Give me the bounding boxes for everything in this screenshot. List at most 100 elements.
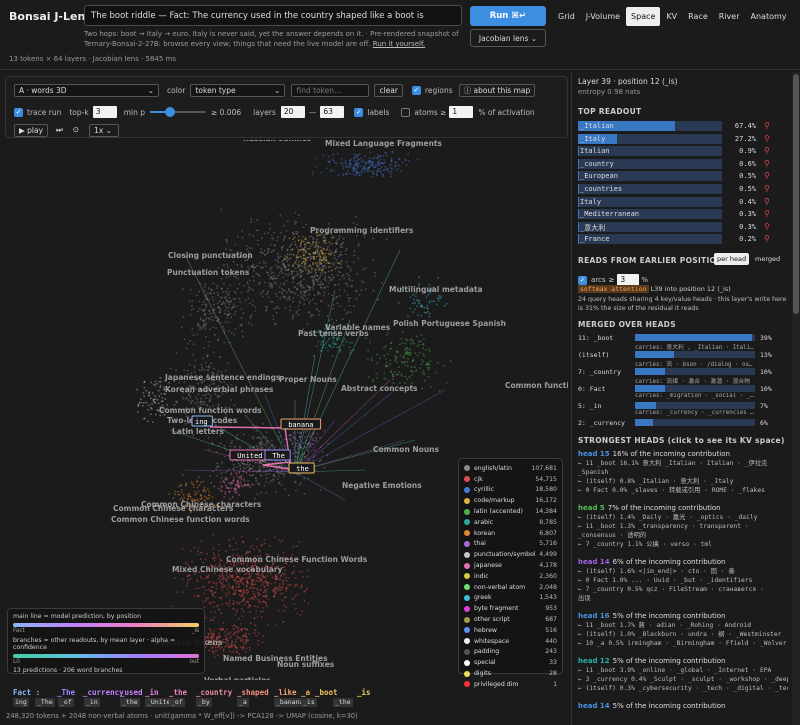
legend-item[interactable]: hebrew 516: [464, 625, 557, 636]
prompt-token[interactable]: Fact :: [13, 688, 40, 697]
readout-row[interactable]: _Italian 67.4% ⚲: [578, 121, 774, 131]
tab-race[interactable]: Race: [683, 7, 713, 26]
topk-input[interactable]: 3: [92, 106, 117, 118]
prediction-token[interactable]: _the: [333, 698, 353, 707]
readout-row[interactable]: _France 0.2% ⚲: [578, 234, 774, 245]
tab-anatomy[interactable]: Anatomy: [746, 7, 792, 26]
trace-token-3[interactable]: _The: [264, 449, 291, 461]
prediction-token[interactable]: _a: [237, 698, 249, 707]
legend-item[interactable]: english/latin 107,681: [464, 463, 557, 474]
merged-head-row[interactable]: 7: _country 10% carries: 流媒 · 激合 · 激潜 · 混合…: [578, 368, 788, 386]
merged-head-row[interactable]: 11: _boot 39% carries: 意大利 , _Italian · It…: [578, 334, 788, 352]
reset-icon[interactable]: ⊙: [69, 124, 83, 137]
trace-token-4[interactable]: _the: [288, 462, 315, 474]
prompt-input[interactable]: The boot riddle — Fact: The currency use…: [84, 5, 462, 26]
prompt-token[interactable]: _a: [301, 688, 310, 697]
trace-run-checkbox[interactable]: ✓: [14, 107, 23, 117]
strongest-head[interactable]: head 14 5% of the incoming contribution: [578, 702, 788, 711]
color-select[interactable]: token type ⌄: [190, 83, 286, 97]
prompt-token[interactable]: _The: [57, 688, 75, 697]
strongest-head[interactable]: head 14 6% of the incoming contribution ← …: [578, 558, 788, 603]
prompt-token[interactable]: _is: [357, 688, 371, 697]
legend-item[interactable]: digits 28: [464, 668, 557, 679]
merged-head-row[interactable]: 5: _in 7% carries: _currency · _currencies…: [578, 402, 788, 420]
pin-icon[interactable]: ⚲: [764, 121, 770, 130]
pin-icon[interactable]: ⚲: [764, 171, 770, 180]
prediction-token[interactable]: _the: [120, 698, 140, 707]
prompt-token[interactable]: _country: [196, 688, 232, 697]
readout-row[interactable]: Italian 0.9% ⚲: [578, 146, 774, 157]
trace-token-2[interactable]: _United: [229, 449, 271, 461]
prompt-token[interactable]: _like: [274, 688, 297, 697]
readout-row[interactable]: _Italy 27.2% ⚲: [578, 133, 774, 144]
find-token-input[interactable]: find token...: [291, 83, 370, 97]
prompt-token[interactable]: _shaped: [237, 688, 269, 697]
trace-token-0[interactable]: ing: [191, 415, 213, 427]
legend-item[interactable]: non-verbal atom 2,048: [464, 582, 557, 593]
pin-icon[interactable]: ⚲: [764, 197, 770, 206]
prediction-token[interactable]: _is: [301, 698, 317, 707]
minp-slider[interactable]: [149, 107, 206, 117]
legend-item[interactable]: other script 687: [464, 614, 557, 625]
readout-row[interactable]: _country 0.6% ⚲: [578, 158, 774, 169]
pin-icon[interactable]: ⚲: [764, 146, 770, 155]
pin-icon[interactable]: ⚲: [764, 159, 770, 168]
strongest-head[interactable]: head 16 5% of the incoming contribution ← …: [578, 612, 788, 648]
prompt-token[interactable]: _used: [120, 688, 143, 697]
prediction-token[interactable]: ing: [13, 698, 29, 707]
sidebar-scroll-thumb[interactable]: [793, 74, 799, 314]
merged-toggle[interactable]: merged: [752, 253, 783, 265]
regions-checkbox[interactable]: ✓: [411, 85, 421, 95]
pin-icon[interactable]: ⚲: [764, 184, 770, 193]
pin-icon[interactable]: ⚲: [764, 134, 770, 143]
step-forward-icon[interactable]: ⏭: [52, 124, 67, 137]
per-head-toggle[interactable]: per head: [714, 253, 750, 265]
legend-item[interactable]: indic 2,360: [464, 571, 557, 582]
pin-icon[interactable]: ⚲: [764, 209, 770, 218]
legend-item[interactable]: cyrillic 18,580: [464, 485, 557, 496]
legend-item[interactable]: punctuation/symbol 4,499: [464, 549, 557, 560]
prediction-token[interactable]: _The: [35, 698, 55, 707]
prediction-token[interactable]: _by: [196, 698, 212, 707]
strongest-head[interactable]: head 5 7% of the incoming contribution ← (…: [578, 504, 788, 549]
prompt-token[interactable]: _currency: [83, 688, 124, 697]
atoms-input[interactable]: 1: [449, 106, 474, 118]
merged-head-row[interactable]: 0: Fact 10% carries: _migration · _social …: [578, 385, 788, 403]
legend-item[interactable]: japanese 4,178: [464, 560, 557, 571]
prediction-token[interactable]: _in: [84, 698, 100, 707]
pin-icon[interactable]: ⚲: [764, 222, 770, 231]
legend-item[interactable]: arabic 8,785: [464, 517, 557, 528]
minp-slider-handle[interactable]: [164, 107, 175, 117]
legend-item[interactable]: padding 243: [464, 647, 557, 658]
tab-river[interactable]: River: [714, 7, 745, 26]
about-map-button[interactable]: ⓘ about this map: [458, 83, 536, 97]
arcs-checkbox[interactable]: ✓: [578, 275, 587, 285]
prompt-token[interactable]: _the: [169, 688, 187, 697]
legend-item[interactable]: whitespace 440: [464, 636, 557, 647]
legend-item[interactable]: thai 5,716: [464, 539, 557, 550]
strongest-head[interactable]: head 15 16% of the incoming contribution ←…: [578, 450, 788, 495]
readout-row[interactable]: Italy 0.4% ⚲: [578, 196, 774, 207]
legend-item[interactable]: special 33: [464, 657, 557, 668]
legend-item[interactable]: byte fragment 953: [464, 603, 557, 614]
legend-item[interactable]: code/markup 16,172: [464, 495, 557, 506]
play-button[interactable]: ▶ play: [14, 123, 49, 137]
prompt-token[interactable]: _boot: [315, 688, 338, 697]
atoms-checkbox[interactable]: [401, 107, 411, 117]
speed-select[interactable]: 1x ⌄: [89, 123, 120, 137]
run-button[interactable]: Run ⌘↵: [470, 6, 546, 26]
legend-item[interactable]: latin (accented) 14,384: [464, 506, 557, 517]
tab-kv[interactable]: KV: [661, 7, 682, 26]
legend-item[interactable]: korean 6,807: [464, 528, 557, 539]
readout-row[interactable]: _countries 0.5% ⚲: [578, 184, 774, 194]
layer-to-input[interactable]: 63: [320, 106, 345, 118]
tab-space[interactable]: Space: [626, 7, 661, 26]
tab-j-volume[interactable]: J-Volume: [581, 7, 625, 26]
prompt-token[interactable]: _in: [145, 688, 159, 697]
layer-from-input[interactable]: 20: [280, 106, 305, 118]
trace-token-1[interactable]: _banana: [280, 418, 322, 430]
prediction-token[interactable]: _of: [58, 698, 74, 707]
lens-select[interactable]: Jacobian lens ⌄: [470, 29, 546, 47]
map-select[interactable]: A · words 3D ⌄: [14, 83, 159, 97]
merged-head-row[interactable]: 2: _currency 6%: [578, 419, 788, 437]
